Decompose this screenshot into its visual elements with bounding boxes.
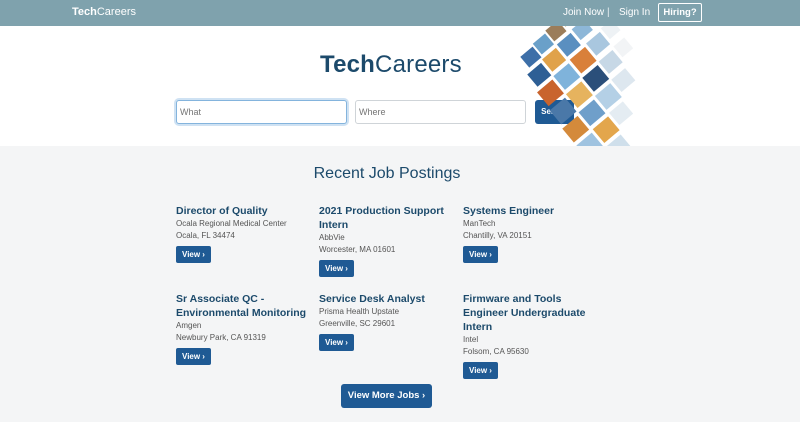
job-location: Worcester, MA 01601 xyxy=(319,245,396,254)
job-company: Intel xyxy=(463,335,479,344)
hiring-button[interactable]: Hiring? xyxy=(658,3,702,22)
job-location: Greenville, SC 29601 xyxy=(319,319,396,328)
section-title: Recent Job Postings xyxy=(313,165,461,182)
job-company: Prisma Health Upstate xyxy=(319,307,400,316)
nav-separator: | xyxy=(607,7,610,18)
job-company: Ocala Regional Medical Center xyxy=(176,219,287,228)
view-button[interactable]: View › xyxy=(319,260,354,277)
view-button[interactable]: View › xyxy=(176,348,211,365)
job-location: Newbury Park, CA 91319 xyxy=(176,333,266,342)
job-company: AbbVie xyxy=(319,233,345,242)
job-card: Firmware and Tools Engineer Undergraduat… xyxy=(463,292,603,379)
sign-in-link[interactable]: Sign In xyxy=(619,7,650,18)
job-company: ManTech xyxy=(463,219,496,228)
top-nav: TechCareers Join Now | Sign In Hiring? xyxy=(0,0,800,26)
hero-logo-bold: Tech xyxy=(320,51,376,78)
nav-logo[interactable]: TechCareers xyxy=(72,6,136,18)
job-location: Ocala, FL 34474 xyxy=(176,231,235,240)
job-title[interactable]: Firmware and Tools Engineer Undergraduat… xyxy=(463,292,603,334)
hero-logo: TechCareers xyxy=(320,51,462,79)
view-button[interactable]: View › xyxy=(463,362,498,379)
view-more-jobs-button[interactable]: View More Jobs › xyxy=(341,384,432,408)
job-card: Director of Quality Ocala Regional Medic… xyxy=(176,204,316,263)
job-card: Systems Engineer ManTech Chantilly, VA 2… xyxy=(463,204,603,263)
job-card: 2021 Production Support Intern AbbVie Wo… xyxy=(319,204,459,277)
where-input[interactable] xyxy=(355,100,526,124)
view-button[interactable]: View › xyxy=(319,334,354,351)
job-card: Sr Associate QC - Environmental Monitori… xyxy=(176,292,316,365)
job-title[interactable]: 2021 Production Support Intern xyxy=(319,204,459,232)
what-input[interactable] xyxy=(176,100,347,124)
job-title[interactable]: Sr Associate QC - Environmental Monitori… xyxy=(176,292,316,320)
view-button[interactable]: View › xyxy=(176,246,211,263)
hero-logo-rest: Careers xyxy=(375,51,462,78)
job-location: Folsom, CA 95630 xyxy=(463,347,529,356)
photo-collage-image xyxy=(520,26,636,146)
hero: TechCareers Search xyxy=(0,26,800,146)
job-title[interactable]: Service Desk Analyst xyxy=(319,292,459,306)
view-button[interactable]: View › xyxy=(463,246,498,263)
nav-logo-rest: Careers xyxy=(96,6,136,18)
job-company: Amgen xyxy=(176,321,202,330)
job-title[interactable]: Systems Engineer xyxy=(463,204,603,218)
job-title[interactable]: Director of Quality xyxy=(176,204,316,218)
join-now-link[interactable]: Join Now xyxy=(563,7,604,18)
job-card: Service Desk Analyst Prisma Health Upsta… xyxy=(319,292,459,351)
nav-logo-bold: Tech xyxy=(72,6,97,18)
job-location: Chantilly, VA 20151 xyxy=(463,231,532,240)
